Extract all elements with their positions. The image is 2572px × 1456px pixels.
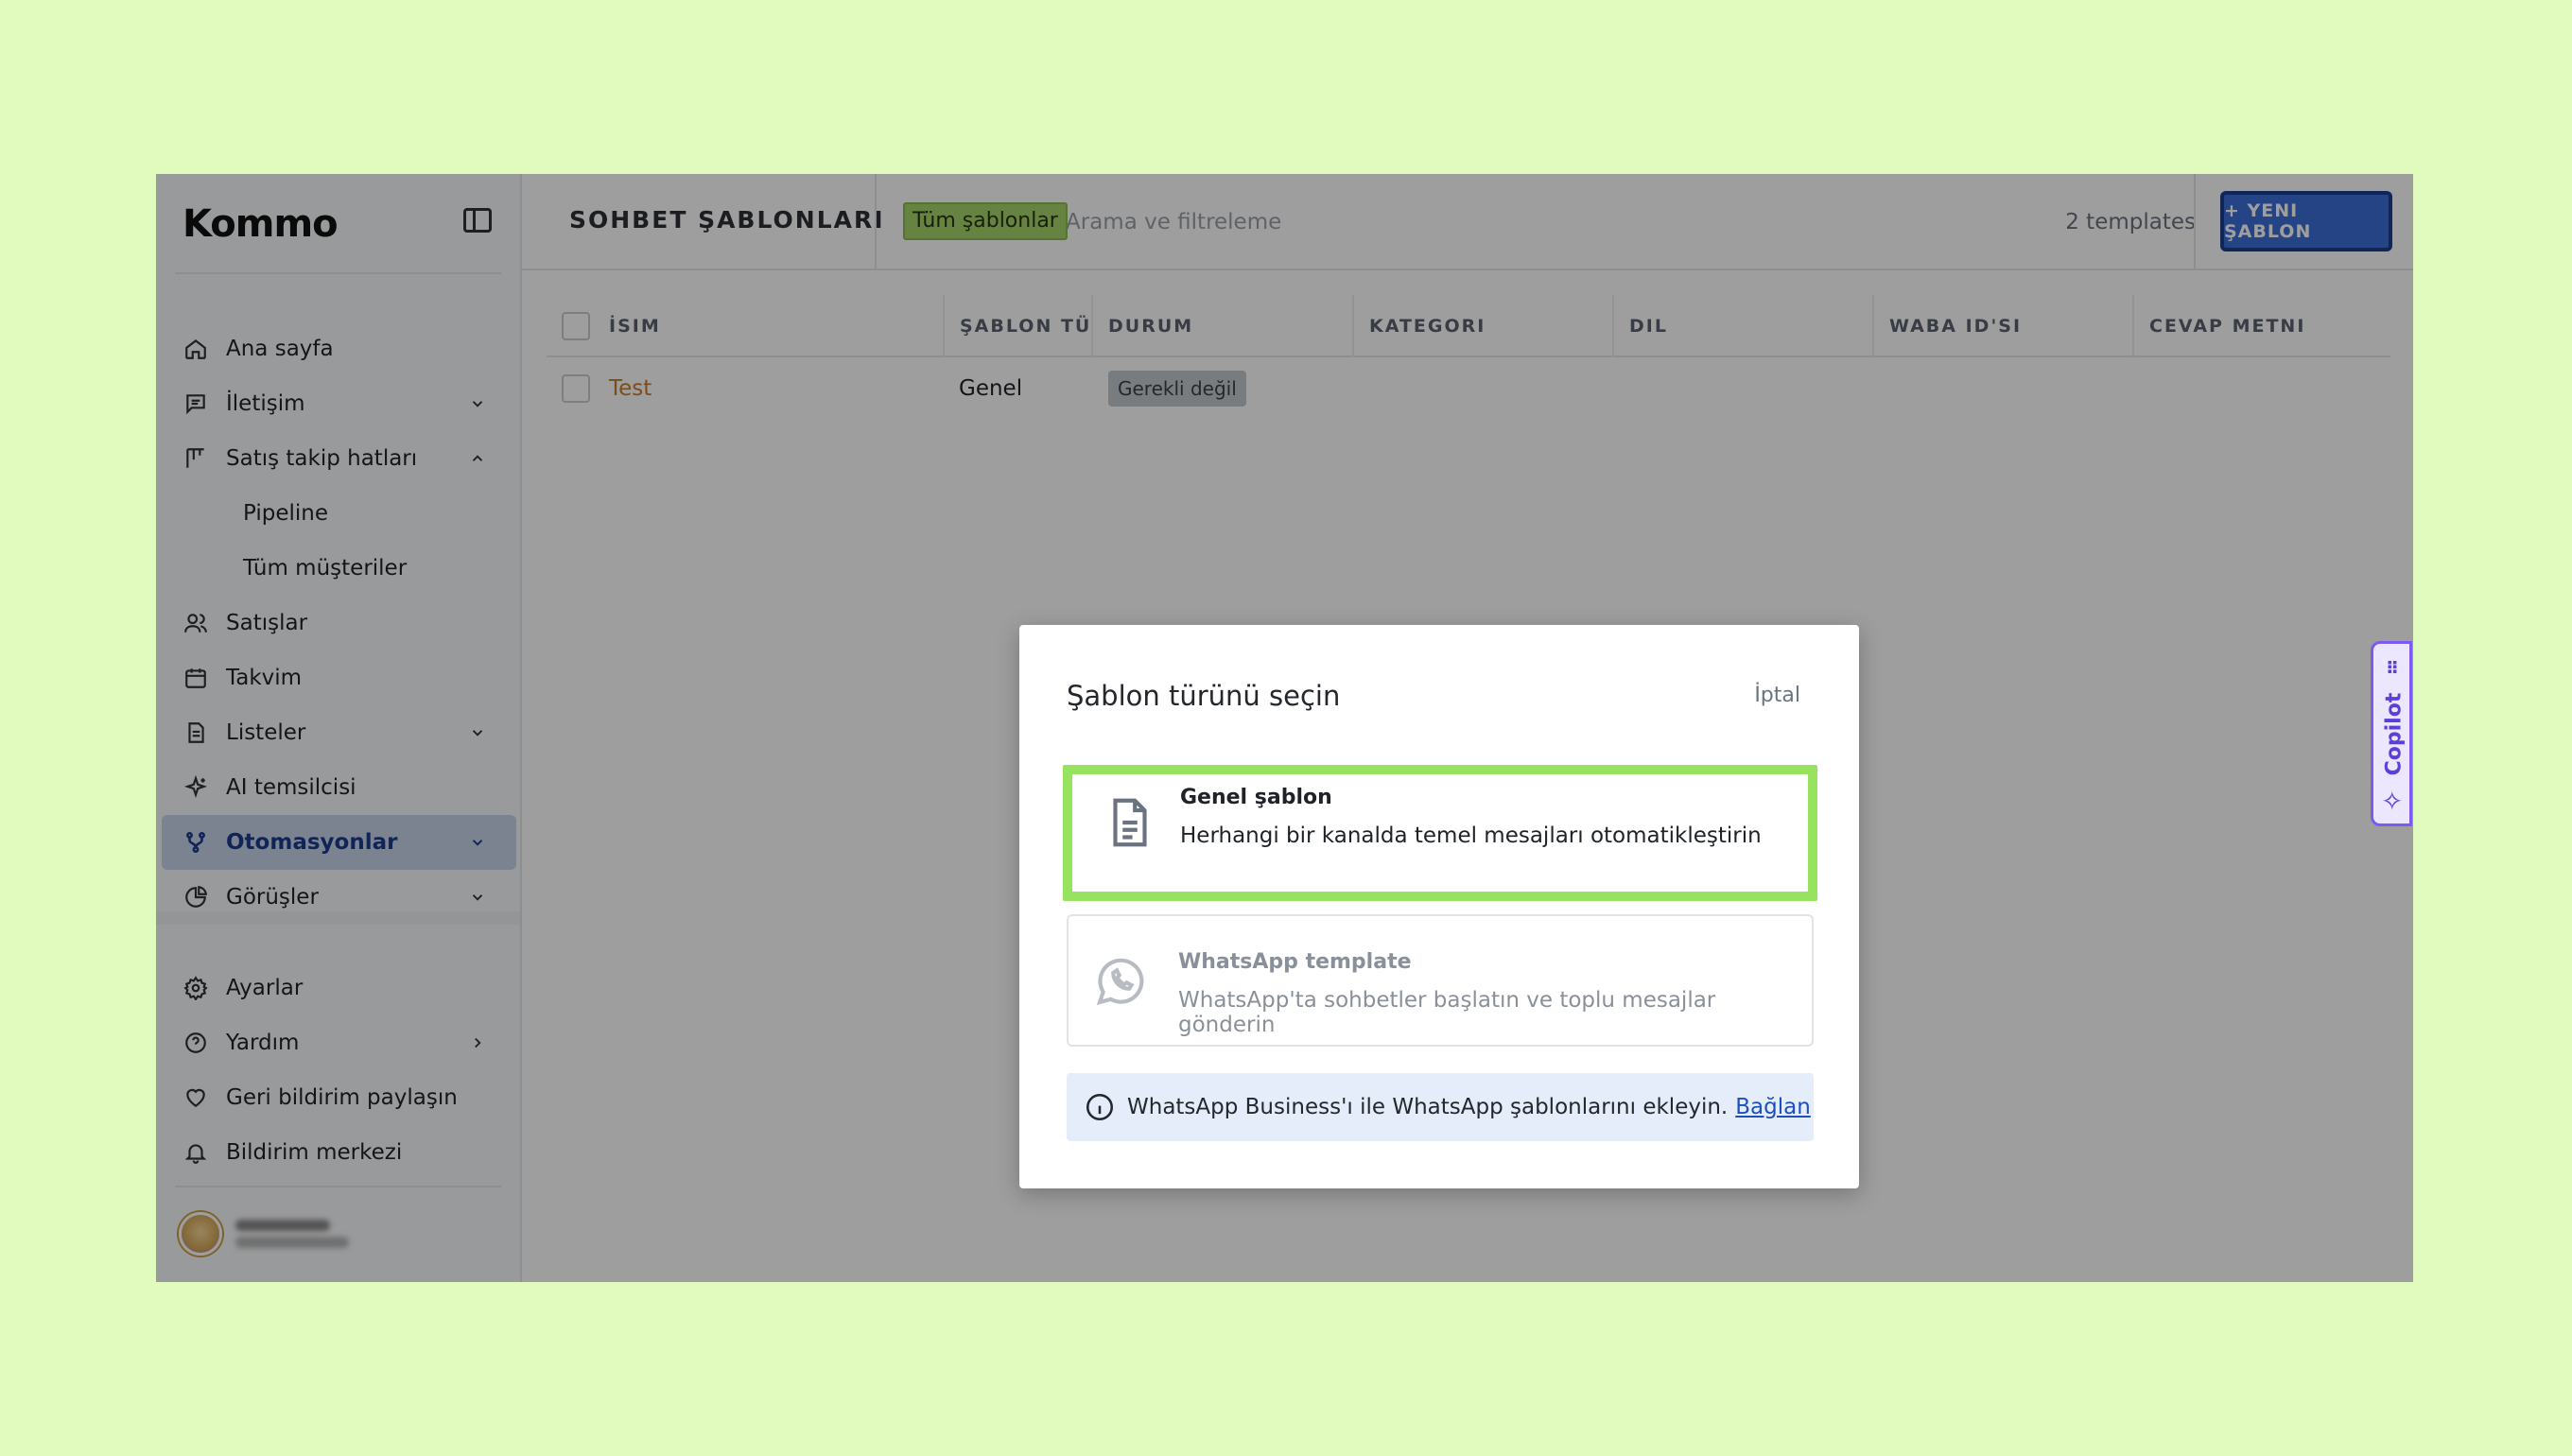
connect-link[interactable]: Bağlan	[1735, 1095, 1811, 1119]
cancel-button[interactable]: İptal	[1754, 684, 1800, 707]
option-whatsapp-template[interactable]: WhatsApp template WhatsApp'ta sohbetler …	[1067, 914, 1814, 1047]
option-general-template[interactable]: Genel şablon Herhangi bir kanalda temel …	[1063, 765, 1817, 901]
info-icon	[1084, 1091, 1116, 1123]
app-window: Kommo Ana sayfa İletişim Satış takip hat…	[156, 174, 2413, 1282]
info-text: WhatsApp Business'ı ile WhatsApp şablonl…	[1127, 1095, 1729, 1119]
document-icon	[1101, 793, 1159, 852]
option-title: Genel şablon	[1180, 786, 1332, 809]
whatsapp-icon	[1091, 952, 1150, 1011]
template-type-modal: Şablon türünü seçin İptal Genel şablon H…	[1019, 625, 1859, 1188]
modal-title: Şablon türünü seçin	[1067, 680, 1341, 712]
sparkles-icon: ✧	[2381, 786, 2404, 817]
copilot-button[interactable]: ⠿ Copilot ✧	[2371, 641, 2412, 826]
option-description: Herhangi bir kanalda temel mesajları oto…	[1180, 823, 1762, 848]
option-description: WhatsApp'ta sohbetler başlatın ve toplu …	[1178, 988, 1716, 1037]
option-title: WhatsApp template	[1178, 950, 1412, 974]
info-banner: WhatsApp Business'ı ile WhatsApp şablonl…	[1067, 1073, 1814, 1141]
